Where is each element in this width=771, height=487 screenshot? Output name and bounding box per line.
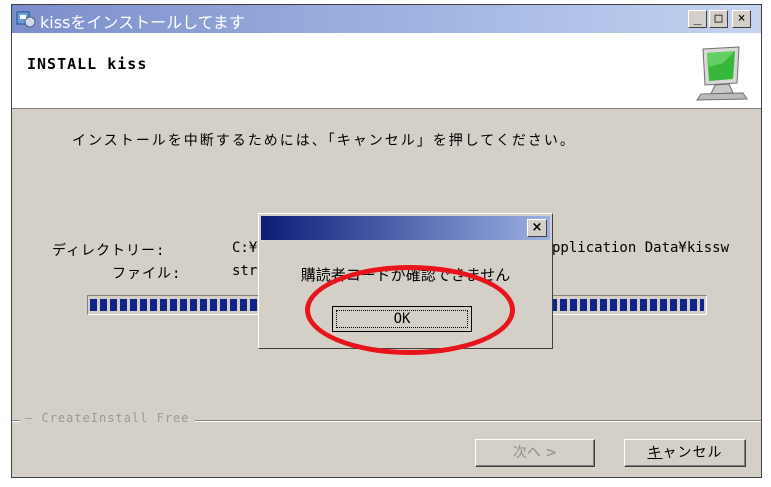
installer-app-icon xyxy=(16,11,36,28)
header-title: INSTALL kiss xyxy=(27,55,148,73)
ok-button[interactable]: OK xyxy=(332,306,472,332)
directory-label: ディレクトリー: xyxy=(52,243,166,259)
next-button[interactable]: 次へ > xyxy=(475,439,595,467)
file-value: str xyxy=(232,263,258,279)
directory-value: C:¥ xyxy=(232,240,258,256)
dialog-message: 購読者コードが確認できません xyxy=(300,266,511,284)
error-dialog: × 購読者コードが確認できません OK xyxy=(258,213,553,349)
cancel-button-label: ャンセル xyxy=(662,445,723,461)
cancel-accelerator: キ xyxy=(647,445,663,461)
cancel-instruction: インストールを中断するためには、「キャンセル」を押してください。 xyxy=(72,133,576,149)
window-title: kissをインストールしてます xyxy=(40,13,245,32)
focus-rectangle xyxy=(336,310,468,328)
cancel-button[interactable]: キャンセル xyxy=(624,439,746,467)
monitor-icon xyxy=(696,46,748,101)
directory-value-tail: pplication Data¥kissw xyxy=(552,240,730,256)
minimize-button[interactable]: _ xyxy=(688,10,707,28)
close-button[interactable]: × xyxy=(732,10,751,28)
maximize-button[interactable]: □ xyxy=(709,10,728,28)
dialog-title-bar[interactable]: × xyxy=(261,216,550,240)
createinstall-label: — CreateInstall Free xyxy=(20,411,195,425)
installer-window: kissをインストールしてます _ □ × INSTALL kiss インストー… xyxy=(11,4,762,478)
title-bar[interactable]: kissをインストールしてます _ □ × xyxy=(12,5,761,33)
installer-header: INSTALL kiss xyxy=(12,33,761,109)
file-label: ファイル: xyxy=(112,266,182,282)
dialog-close-button[interactable]: × xyxy=(527,219,547,237)
